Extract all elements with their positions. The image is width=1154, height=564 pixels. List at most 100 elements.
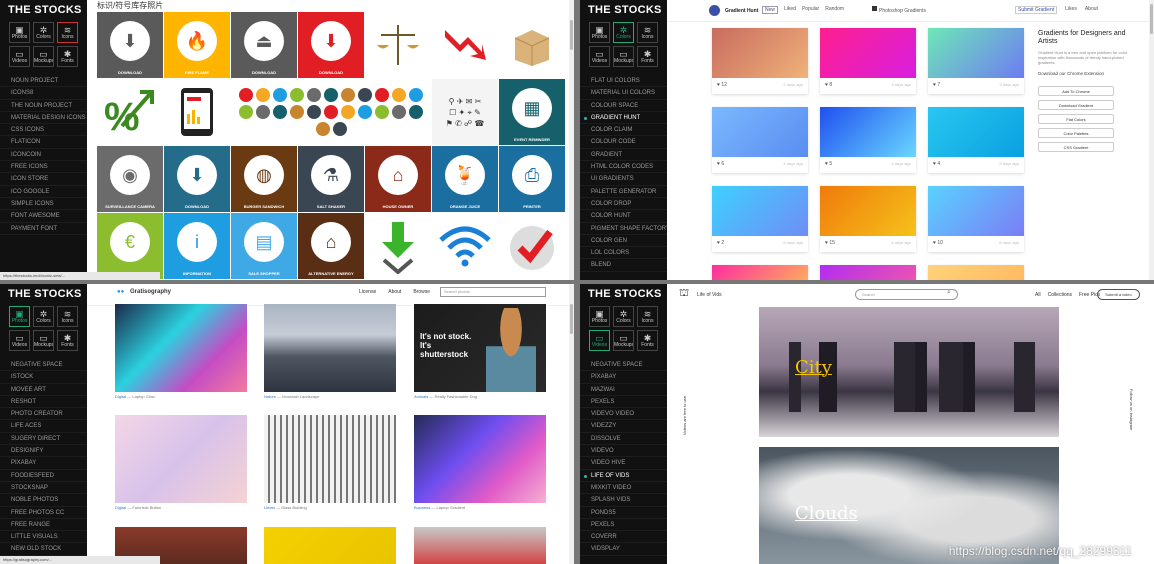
gradient-swatch[interactable] — [820, 265, 916, 280]
like-count[interactable]: ♥ 15 — [825, 240, 835, 246]
category-mockups-button[interactable]: ▭ Mockups — [613, 330, 634, 351]
app-name[interactable]: Gradient Hunt — [725, 8, 758, 14]
sidebar-link[interactable]: RESHOT — [0, 396, 87, 409]
sidebar-link[interactable]: COLOR CLAIM — [580, 124, 667, 137]
gradient-swatch[interactable] — [928, 186, 1024, 236]
brand-logo[interactable]: THE STOCKS — [0, 0, 87, 20]
scrollbar[interactable] — [569, 284, 574, 564]
scrollbar[interactable] — [569, 0, 574, 280]
icon-tile[interactable]: €MONEY BAG — [97, 213, 163, 279]
sidebar-link[interactable]: FREE RANGE — [0, 519, 87, 532]
gradient-card[interactable] — [928, 265, 1024, 280]
icon-tile[interactable]: i INFORMATION — [164, 213, 230, 279]
gratisography-logo-icon[interactable]: ●● — [117, 289, 124, 295]
hero-label[interactable]: City — [795, 357, 832, 378]
category-videos-button[interactable]: ▭ Videos — [589, 46, 610, 67]
gradient-swatch[interactable] — [712, 28, 808, 78]
gradient-swatch[interactable] — [820, 28, 916, 78]
sidebar-link[interactable]: VIDSPLAY — [580, 543, 667, 556]
sidebar-link[interactable]: SPLASH VIDS — [580, 494, 667, 507]
category-icons-button[interactable]: ≋ Icons — [637, 306, 658, 327]
gradient-swatch[interactable] — [820, 107, 916, 157]
photo-tag[interactable]: Business — [414, 505, 430, 510]
nav-submit-gradient[interactable]: Submit Gradient — [1015, 6, 1058, 14]
like-count[interactable]: ♥ 8 — [825, 82, 832, 88]
icon-tile[interactable]: ▦ EVENT REMINDER — [499, 79, 565, 145]
photo[interactable] — [264, 415, 396, 503]
category-colors-button[interactable]: ✲ Colors — [613, 306, 634, 327]
sidebar-link[interactable]: BLEND — [580, 259, 667, 272]
gradient-hunt-logo-icon[interactable] — [709, 5, 720, 16]
gradient-swatch[interactable] — [928, 28, 1024, 78]
tab-liked[interactable]: Liked — [784, 6, 796, 14]
icon-tile[interactable]: ▤ SALE SHOPPER — [231, 213, 297, 279]
brand-logo[interactable]: THE STOCKS — [580, 0, 667, 20]
sidebar-link[interactable]: PEXELS — [580, 396, 667, 409]
sidebar-link[interactable]: SIMPLE ICONS — [0, 198, 87, 211]
gradient-swatch[interactable] — [712, 265, 808, 280]
photoshop-gradients-link[interactable]: Photoshop Gradients — [879, 8, 926, 14]
photo[interactable] — [414, 415, 546, 503]
sidebar-link[interactable]: PIGMENT SHAPE FACTORY — [580, 223, 667, 235]
sidebar-link[interactable]: PEXELS — [580, 519, 667, 532]
category-fonts-button[interactable]: ✱ Fonts — [637, 330, 658, 351]
gradient-card[interactable]: ♥ 6 4 days ago — [712, 107, 808, 173]
life-of-vids-logo-icon[interactable]: ⛫ — [679, 287, 689, 301]
category-fonts-button[interactable]: ✱ Fonts — [637, 46, 658, 67]
gradient-card[interactable]: ♥ 15 6 days ago — [820, 186, 916, 252]
sidebar-link[interactable]: VIDEO HIVE — [580, 457, 667, 470]
photo[interactable] — [264, 527, 396, 564]
gradient-card[interactable]: ♥ 7 3 days ago — [928, 28, 1024, 94]
category-photos-button[interactable]: ▣ Photos — [9, 22, 30, 43]
category-videos-button[interactable]: ▭ Videos — [9, 46, 30, 67]
icon-tile[interactable]: ⌂ HOUSE OWNER — [365, 146, 431, 212]
gradient-swatch[interactable] — [820, 186, 916, 236]
sidebar-link[interactable]: HTML COLOR CODES — [580, 161, 667, 174]
sidebar-link[interactable]: FONT AWESOME — [0, 210, 87, 223]
tab-new[interactable]: New — [762, 6, 779, 14]
gradient-swatch[interactable] — [712, 186, 808, 236]
panel-button[interactable]: Flat Colors — [1038, 114, 1114, 124]
nav-about[interactable]: About — [1085, 6, 1098, 14]
category-fonts-button[interactable]: ✱ Fonts — [57, 330, 78, 351]
sidebar-link[interactable]: VIDEVO — [580, 445, 667, 458]
category-colors-button[interactable]: ✲ Colors — [33, 306, 54, 327]
icon-tile[interactable]: ⚗ SALT SHAKER — [298, 146, 364, 212]
gradient-card[interactable] — [820, 265, 916, 280]
submit-video-button[interactable]: Submit a video — [1097, 289, 1140, 300]
sidebar-link[interactable]: COLOR HUNT — [580, 210, 667, 223]
sidebar-link[interactable]: NOUN PROJECT — [0, 75, 87, 88]
sidebar-link[interactable]: VIDEVO VIDEO — [580, 408, 667, 421]
panel-button[interactable]: CSS Gradient — [1038, 142, 1114, 152]
gradient-swatch[interactable] — [928, 265, 1024, 280]
icon-tile[interactable]: ◍ BURGER SANDWICH — [231, 146, 297, 212]
sidebar-link[interactable]: PONDS5 — [580, 507, 667, 519]
category-mockups-button[interactable]: ▭ Mockups — [33, 46, 54, 67]
category-mockups-button[interactable]: ▭ Mockups — [33, 330, 54, 351]
sidebar-link[interactable]: COLOUR SPACE — [580, 100, 667, 112]
nav-collections[interactable]: Collections — [1048, 292, 1072, 298]
app-name[interactable]: Life of Vids — [697, 292, 722, 298]
category-videos-button[interactable]: ▭ Videos — [589, 330, 610, 351]
sidebar-link[interactable]: MATERIAL DESIGN ICONS — [0, 112, 87, 125]
icon-tile[interactable]: ⌂ ALTERNATIVE ENERGY — [298, 213, 364, 279]
sidebar-link[interactable]: ICONS8 — [0, 87, 87, 100]
sidebar-link[interactable]: LITTLE VISUALS — [0, 531, 87, 544]
sidebar-link[interactable]: THE NOUN PROJECT — [0, 100, 87, 112]
category-colors-button[interactable]: ✲ Colors — [613, 22, 634, 43]
photo-title[interactable]: Glass Building — [281, 505, 307, 510]
photo[interactable] — [264, 304, 396, 392]
icon-tile[interactable]: ⬇ DOWNLOAD — [164, 146, 230, 212]
sidebar-link[interactable]: ICON STORE — [0, 173, 87, 186]
sidebar-link[interactable]: CSS ICONS — [0, 124, 87, 137]
sidebar-link[interactable]: COVERR — [580, 531, 667, 544]
sidebar-link[interactable]: FREE ICONS — [0, 161, 87, 174]
sidebar-link[interactable]: NOBLE PHOTOS — [0, 494, 87, 507]
sidebar-link[interactable]: FREE PHOTOS CC — [0, 507, 87, 519]
gradient-card[interactable]: ♥ 10 6 days ago — [928, 186, 1024, 252]
photo-tag[interactable]: Digital — [115, 505, 126, 510]
like-count[interactable]: ♥ 2 — [717, 240, 724, 246]
brand-logo[interactable]: THE STOCKS — [580, 284, 667, 304]
gradient-card[interactable]: ♥ 8 3 days ago — [820, 28, 916, 94]
sidebar-link[interactable]: LIFE OF VIDS — [580, 470, 667, 482]
